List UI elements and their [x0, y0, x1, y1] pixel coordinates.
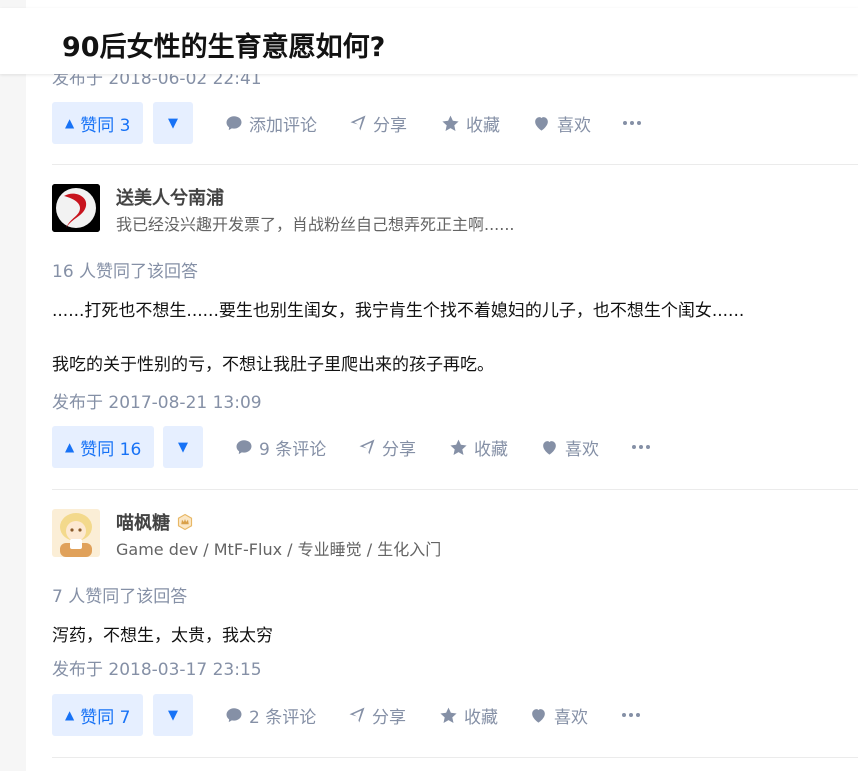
favorite-label: 收藏: [474, 439, 508, 460]
star-icon: [440, 707, 457, 723]
upvote-button[interactable]: ▲ 赞同 7: [52, 694, 144, 736]
crown-badge-icon[interactable]: [176, 513, 194, 531]
favorite-button[interactable]: 收藏: [449, 426, 508, 468]
triangle-down-icon: ▼: [178, 439, 188, 455]
heart-icon: [535, 116, 548, 131]
comment-label: 添加评论: [249, 115, 317, 136]
comment-bubble-icon: [226, 116, 242, 131]
author-headline: 我已经没兴趣开发票了，肖战粉丝自己想弄死正主啊......: [116, 215, 515, 234]
share-button[interactable]: 分享: [349, 102, 407, 144]
favorite-label: 收藏: [464, 707, 498, 728]
upvote-label: 赞同 7: [80, 707, 131, 728]
downvote-button[interactable]: ▼: [153, 694, 193, 736]
comment-button[interactable]: 9 条评论: [235, 426, 326, 468]
share-button[interactable]: 分享: [358, 426, 416, 468]
upvote-button[interactable]: ▲ 赞同 3: [52, 102, 144, 144]
like-label: 喜欢: [554, 707, 588, 728]
author-name[interactable]: 喵枫糖: [116, 509, 194, 535]
triangle-up-icon: ▲: [65, 116, 75, 130]
vote-count-text: 7 人赞同了该回答: [52, 587, 188, 607]
share-button[interactable]: 分享: [348, 694, 406, 736]
paper-plane-icon: [359, 439, 375, 455]
author-info: 送美人兮南浦 我已经没兴趣开发票了，肖战粉丝自己想弄死正主啊......: [52, 184, 858, 234]
answer-divider: [52, 164, 858, 165]
comment-bubble-icon: [236, 440, 252, 455]
comment-label: 9 条评论: [259, 439, 327, 460]
star-icon: [450, 439, 467, 455]
heart-icon: [543, 440, 556, 455]
author-name[interactable]: 送美人兮南浦: [116, 184, 224, 210]
favorite-button[interactable]: 收藏: [439, 694, 498, 736]
comment-bubble-icon: [226, 708, 242, 723]
action-bar: ▲ 赞同 3 ▼ 添加评论 分享 收藏 喜欢: [52, 102, 858, 144]
like-label: 喜欢: [565, 439, 599, 460]
triangle-down-icon: ▼: [168, 115, 178, 131]
answer-divider: [52, 489, 858, 490]
avatar[interactable]: [52, 509, 100, 557]
triangle-up-icon: ▲: [65, 440, 75, 454]
upvote-label: 赞同 3: [80, 115, 131, 136]
answer-date[interactable]: 发布于 2018-03-17 23:15: [52, 655, 262, 680]
sticky-question-header: 90后女性的生育意愿如何?: [0, 8, 858, 74]
avatar-image: [52, 184, 100, 232]
like-button[interactable]: 喜欢: [540, 426, 599, 468]
action-bar: ▲ 赞同 16 ▼ 9 条评论 分享 收藏 喜欢: [52, 426, 858, 468]
ellipsis-icon[interactable]: [622, 694, 643, 736]
author-info: 喵枫糖 Game dev / MtF-Flux / 专业睡觉 / 生化入门: [52, 509, 858, 559]
downvote-button[interactable]: ▼: [163, 426, 203, 468]
share-label: 分享: [373, 115, 407, 136]
share-label: 分享: [382, 439, 416, 460]
avatar[interactable]: [52, 184, 100, 232]
like-button[interactable]: 喜欢: [532, 102, 591, 144]
upvote-label: 赞同 16: [80, 439, 142, 460]
author-name-text: 喵枫糖: [116, 513, 170, 534]
like-label: 喜欢: [557, 115, 591, 136]
heart-icon: [532, 708, 545, 723]
answer-paragraph: 我吃的关于性别的亏，不想让我肚子里爬出来的孩子再吃。: [52, 355, 494, 375]
avatar-image: [52, 509, 100, 557]
author-headline: Game dev / MtF-Flux / 专业睡觉 / 生化入门: [116, 540, 442, 559]
triangle-down-icon: ▼: [168, 707, 178, 723]
answer-divider: [52, 757, 858, 758]
paper-plane-icon: [350, 115, 366, 131]
action-bar: ▲ 赞同 7 ▼ 2 条评论 分享 收藏 喜欢: [52, 694, 858, 736]
answer-paragraph: 泻药，不想生，太贵，我太穷: [52, 626, 273, 646]
share-label: 分享: [372, 707, 406, 728]
triangle-up-icon: ▲: [65, 708, 75, 722]
favorite-button[interactable]: 收藏: [441, 102, 500, 144]
answer-date[interactable]: 发布于 2017-08-21 13:09: [52, 388, 262, 413]
comment-button[interactable]: 2 条评论: [225, 694, 316, 736]
comment-label: 2 条评论: [249, 707, 317, 728]
ellipsis-icon[interactable]: [632, 426, 653, 468]
favorite-label: 收藏: [466, 115, 500, 136]
vote-count-text: 16 人赞同了该回答: [52, 262, 199, 282]
like-button[interactable]: 喜欢: [529, 694, 588, 736]
star-icon: [442, 115, 459, 131]
ellipsis-icon[interactable]: [623, 102, 644, 144]
paper-plane-icon: [349, 707, 365, 723]
question-title[interactable]: 90后女性的生育意愿如何?: [62, 25, 385, 64]
answer-paragraph: ......打死也不想生......要生也别生闺女，我宁肯生个找不着媳妇的儿子，…: [52, 301, 745, 321]
upvote-button[interactable]: ▲ 赞同 16: [52, 426, 155, 468]
downvote-button[interactable]: ▼: [153, 102, 193, 144]
comment-button[interactable]: 添加评论: [225, 102, 317, 144]
